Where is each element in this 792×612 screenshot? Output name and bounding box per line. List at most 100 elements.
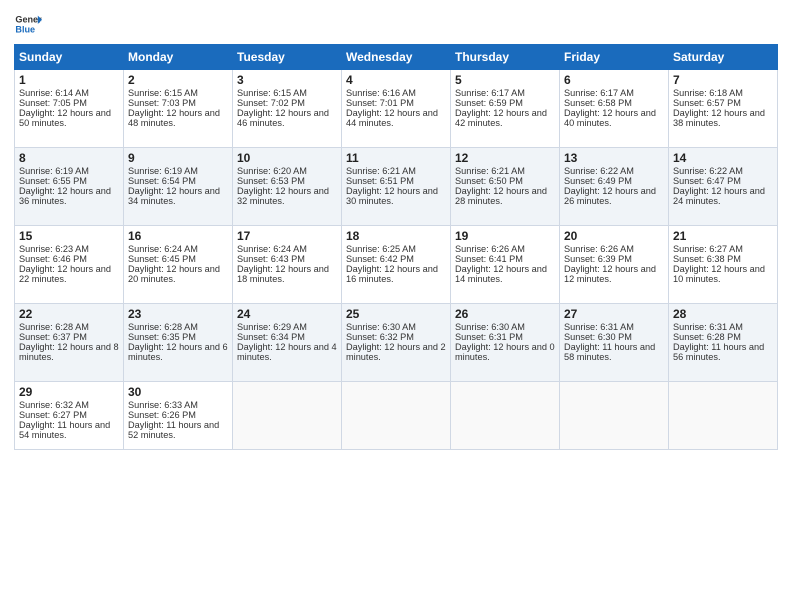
table-row	[669, 382, 778, 450]
sunrise-label: Sunrise: 6:20 AM	[237, 166, 307, 176]
daylight-label: Daylight: 12 hours and 2 minutes.	[346, 342, 446, 362]
daylight-label: Daylight: 12 hours and 4 minutes.	[237, 342, 337, 362]
daylight-label: Daylight: 12 hours and 30 minutes.	[346, 186, 438, 206]
day-number: 18	[346, 229, 446, 243]
sunrise-label: Sunrise: 6:27 AM	[673, 244, 743, 254]
header-wednesday: Wednesday	[342, 45, 451, 70]
day-number: 4	[346, 73, 446, 87]
daylight-label: Daylight: 11 hours and 56 minutes.	[673, 342, 764, 362]
daylight-label: Daylight: 12 hours and 46 minutes.	[237, 108, 329, 128]
day-number: 23	[128, 307, 228, 321]
sunset-label: Sunset: 6:41 PM	[455, 254, 523, 264]
daylight-label: Daylight: 11 hours and 54 minutes.	[19, 420, 110, 440]
table-row: 26Sunrise: 6:30 AMSunset: 6:31 PMDayligh…	[451, 304, 560, 382]
sunset-label: Sunset: 6:47 PM	[673, 176, 741, 186]
table-row: 1Sunrise: 6:14 AMSunset: 7:05 PMDaylight…	[15, 70, 124, 148]
table-row: 9Sunrise: 6:19 AMSunset: 6:54 PMDaylight…	[124, 148, 233, 226]
sunset-label: Sunset: 6:59 PM	[455, 98, 523, 108]
day-number: 22	[19, 307, 119, 321]
table-row: 20Sunrise: 6:26 AMSunset: 6:39 PMDayligh…	[560, 226, 669, 304]
daylight-label: Daylight: 12 hours and 34 minutes.	[128, 186, 220, 206]
daylight-label: Daylight: 12 hours and 36 minutes.	[19, 186, 111, 206]
header-thursday: Thursday	[451, 45, 560, 70]
sunset-label: Sunset: 6:27 PM	[19, 410, 87, 420]
sunrise-label: Sunrise: 6:26 AM	[455, 244, 525, 254]
table-row: 14Sunrise: 6:22 AMSunset: 6:47 PMDayligh…	[669, 148, 778, 226]
daylight-label: Daylight: 12 hours and 50 minutes.	[19, 108, 111, 128]
sunrise-label: Sunrise: 6:15 AM	[128, 88, 198, 98]
sunrise-label: Sunrise: 6:19 AM	[128, 166, 198, 176]
logo: General Blue	[14, 10, 42, 38]
header-tuesday: Tuesday	[233, 45, 342, 70]
table-row: 15Sunrise: 6:23 AMSunset: 6:46 PMDayligh…	[15, 226, 124, 304]
day-number: 12	[455, 151, 555, 165]
daylight-label: Daylight: 12 hours and 10 minutes.	[673, 264, 765, 284]
sunset-label: Sunset: 6:45 PM	[128, 254, 196, 264]
sunrise-label: Sunrise: 6:30 AM	[455, 322, 525, 332]
sunrise-label: Sunrise: 6:33 AM	[128, 400, 198, 410]
table-row: 23Sunrise: 6:28 AMSunset: 6:35 PMDayligh…	[124, 304, 233, 382]
daylight-label: Daylight: 12 hours and 28 minutes.	[455, 186, 547, 206]
header-sunday: Sunday	[15, 45, 124, 70]
sunset-label: Sunset: 6:49 PM	[564, 176, 632, 186]
sunset-label: Sunset: 6:46 PM	[19, 254, 87, 264]
sunset-label: Sunset: 6:32 PM	[346, 332, 414, 342]
sunset-label: Sunset: 6:37 PM	[19, 332, 87, 342]
table-row	[342, 382, 451, 450]
table-row: 6Sunrise: 6:17 AMSunset: 6:58 PMDaylight…	[560, 70, 669, 148]
table-row: 4Sunrise: 6:16 AMSunset: 7:01 PMDaylight…	[342, 70, 451, 148]
day-number: 19	[455, 229, 555, 243]
sunrise-label: Sunrise: 6:24 AM	[237, 244, 307, 254]
day-number: 24	[237, 307, 337, 321]
sunrise-label: Sunrise: 6:25 AM	[346, 244, 416, 254]
sunrise-label: Sunrise: 6:26 AM	[564, 244, 634, 254]
logo-icon: General Blue	[14, 10, 42, 38]
table-row: 19Sunrise: 6:26 AMSunset: 6:41 PMDayligh…	[451, 226, 560, 304]
table-row: 28Sunrise: 6:31 AMSunset: 6:28 PMDayligh…	[669, 304, 778, 382]
table-row: 10Sunrise: 6:20 AMSunset: 6:53 PMDayligh…	[233, 148, 342, 226]
day-number: 15	[19, 229, 119, 243]
table-row: 22Sunrise: 6:28 AMSunset: 6:37 PMDayligh…	[15, 304, 124, 382]
sunrise-label: Sunrise: 6:19 AM	[19, 166, 89, 176]
sunrise-label: Sunrise: 6:21 AM	[346, 166, 416, 176]
table-row: 21Sunrise: 6:27 AMSunset: 6:38 PMDayligh…	[669, 226, 778, 304]
table-row: 8Sunrise: 6:19 AMSunset: 6:55 PMDaylight…	[15, 148, 124, 226]
table-row	[560, 382, 669, 450]
calendar-container: General Blue Sunday Monday Tuesday Wedne…	[0, 0, 792, 612]
sunset-label: Sunset: 6:38 PM	[673, 254, 741, 264]
table-row: 3Sunrise: 6:15 AMSunset: 7:02 PMDaylight…	[233, 70, 342, 148]
sunset-label: Sunset: 7:03 PM	[128, 98, 196, 108]
sunrise-label: Sunrise: 6:31 AM	[564, 322, 634, 332]
sunset-label: Sunset: 6:26 PM	[128, 410, 196, 420]
sunrise-label: Sunrise: 6:31 AM	[673, 322, 743, 332]
daylight-label: Daylight: 12 hours and 32 minutes.	[237, 186, 329, 206]
table-row: 13Sunrise: 6:22 AMSunset: 6:49 PMDayligh…	[560, 148, 669, 226]
day-number: 28	[673, 307, 773, 321]
header-row: General Blue	[14, 10, 778, 38]
sunrise-label: Sunrise: 6:17 AM	[564, 88, 634, 98]
sunset-label: Sunset: 6:50 PM	[455, 176, 523, 186]
day-number: 17	[237, 229, 337, 243]
day-number: 26	[455, 307, 555, 321]
sunset-label: Sunset: 7:05 PM	[19, 98, 87, 108]
sunset-label: Sunset: 7:01 PM	[346, 98, 414, 108]
daylight-label: Daylight: 12 hours and 12 minutes.	[564, 264, 656, 284]
sunset-label: Sunset: 6:30 PM	[564, 332, 632, 342]
sunset-label: Sunset: 6:34 PM	[237, 332, 305, 342]
table-row: 17Sunrise: 6:24 AMSunset: 6:43 PMDayligh…	[233, 226, 342, 304]
day-number: 21	[673, 229, 773, 243]
table-row: 30Sunrise: 6:33 AMSunset: 6:26 PMDayligh…	[124, 382, 233, 450]
sunrise-label: Sunrise: 6:28 AM	[19, 322, 89, 332]
day-number: 9	[128, 151, 228, 165]
day-number: 6	[564, 73, 664, 87]
table-row: 12Sunrise: 6:21 AMSunset: 6:50 PMDayligh…	[451, 148, 560, 226]
weekday-header-row: Sunday Monday Tuesday Wednesday Thursday…	[15, 45, 778, 70]
sunset-label: Sunset: 6:31 PM	[455, 332, 523, 342]
daylight-label: Daylight: 12 hours and 38 minutes.	[673, 108, 765, 128]
daylight-label: Daylight: 12 hours and 48 minutes.	[128, 108, 220, 128]
daylight-label: Daylight: 12 hours and 42 minutes.	[455, 108, 547, 128]
sunrise-label: Sunrise: 6:30 AM	[346, 322, 416, 332]
daylight-label: Daylight: 12 hours and 6 minutes.	[128, 342, 228, 362]
day-number: 8	[19, 151, 119, 165]
day-number: 20	[564, 229, 664, 243]
